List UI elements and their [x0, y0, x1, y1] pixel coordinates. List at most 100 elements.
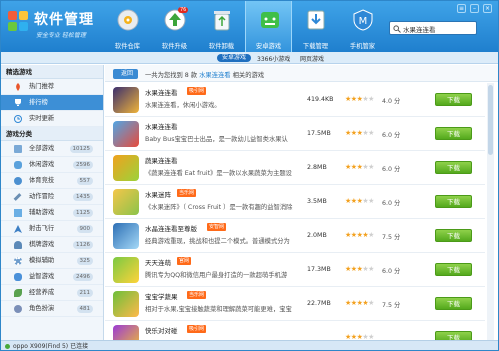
app-row[interactable]: 宝宝学蔬果 当乐网 相对于水果,宝宝接触蔬菜和理解蔬菜可能更难，宝宝 22.7MB ★★…	[105, 287, 485, 321]
sub-nav: 安卓游戏 3366小游戏 网页游戏	[1, 52, 498, 64]
tab-android-games[interactable]: 安卓游戏	[245, 1, 292, 52]
sidebar-item-label: 热门推荐	[29, 83, 55, 90]
app-size: 419.4KB	[307, 96, 334, 103]
sidebar-item-all[interactable]: 全部游戏 10125	[1, 141, 103, 157]
app-description: 《蔬果连连看 Eat fruit》是一款以水果蔬菜为主题设	[145, 170, 292, 177]
app-name[interactable]: 水晶连连看至尊版	[145, 223, 197, 233]
back-button[interactable]: 返回	[113, 69, 139, 79]
menu-icon[interactable]: ≡	[457, 4, 466, 13]
source-tag: 当乐网	[177, 189, 197, 197]
category-count: 211	[76, 289, 93, 297]
tab-label: 安卓游戏	[255, 43, 282, 50]
category-count: 1125	[73, 209, 93, 217]
gear-icon	[14, 257, 22, 265]
download-button[interactable]: 下载	[435, 263, 472, 276]
android-games-subtab[interactable]: 安卓游戏	[217, 54, 252, 62]
grid-icon	[14, 145, 22, 153]
web-games-subtab[interactable]: 网页游戏	[300, 54, 324, 63]
sidebar-item-label: 全部游戏	[29, 145, 55, 152]
tab-phone-manager[interactable]: M 手机管家	[339, 1, 386, 52]
tab-download-manager[interactable]: 下载管理	[292, 1, 339, 52]
category-count: 2596	[73, 161, 93, 169]
search-icon	[393, 25, 401, 33]
app-icon[interactable]	[113, 223, 139, 249]
sidebar-item-management[interactable]: 经营养成 211	[1, 285, 103, 301]
sidebar-item-simulation[interactable]: 模拟辅助 325	[1, 253, 103, 269]
sidebar-item-assist[interactable]: 辅助游戏 1125	[1, 205, 103, 221]
app-description: 水果连连看，休闲小游戏。	[145, 102, 221, 109]
app-name[interactable]: 天天连萌	[145, 257, 171, 267]
download-button[interactable]: 下载	[435, 195, 472, 208]
app-score: 4.0 分	[382, 98, 401, 105]
app-row[interactable]: 水果连连看 Baby Bus宝宝巴士出品，是一款幼儿益智类水果认 17.5MB ★★★…	[105, 117, 485, 151]
fire-icon	[16, 83, 20, 91]
category-count: 10125	[69, 145, 93, 153]
app-name[interactable]: 蔬果连连看	[145, 155, 178, 165]
app-row[interactable]: 水果迷阵 当乐网 《水果迷阵》（ Cross Fruit ）是一款有趣的益智消除 3.…	[105, 185, 485, 219]
tab-software-upgrade[interactable]: 76 软件升级	[151, 1, 198, 52]
app-row[interactable]: 快乐对对碰 吸引网 ★★★★★ 下载	[105, 321, 485, 340]
sidebar: 精选游戏 热门推荐 排行榜 实时更新 游戏分类 全部游戏 10125 休闲游戏 25…	[1, 65, 104, 340]
star-empty-icon: ★	[368, 163, 374, 171]
download-button[interactable]: 下载	[435, 127, 472, 140]
scrollbar[interactable]	[487, 83, 494, 340]
plant-icon	[14, 289, 22, 297]
sidebar-item-chess[interactable]: 棋牌游戏 1126	[1, 237, 103, 253]
app-name[interactable]: 水果连连看	[145, 121, 178, 131]
app-row[interactable]: 蔬果连连看 《蔬果连连看 Eat fruit》是一款以水果蔬菜为主题设 2.8MB ★…	[105, 151, 485, 185]
minimize-icon[interactable]: –	[470, 4, 479, 13]
sidebar-item-shooting[interactable]: 射击飞行 900	[1, 221, 103, 237]
rating-stars: ★★★★★	[345, 197, 374, 205]
download-button[interactable]: 下载	[435, 161, 472, 174]
download-icon	[307, 10, 325, 30]
scrollbar-thumb[interactable]	[488, 85, 493, 155]
app-icon[interactable]	[113, 189, 139, 215]
close-icon[interactable]: ×	[483, 4, 492, 13]
app-name[interactable]: 水果迷阵	[145, 189, 171, 199]
search-input[interactable]	[403, 23, 475, 34]
app-icon[interactable]	[113, 87, 139, 113]
mini-games-subtab[interactable]: 3366小游戏	[257, 54, 290, 63]
sidebar-item-puzzle[interactable]: 益智游戏 2496	[1, 269, 103, 285]
download-button[interactable]: 下载	[435, 93, 472, 106]
app-icon[interactable]	[113, 257, 139, 283]
app-row[interactable]: 水果连连看 吸引网 水果连连看，休闲小游戏。 419.4KB ★★★★★ 4.0 分 下载	[105, 83, 485, 117]
download-button[interactable]: 下载	[435, 297, 472, 310]
app-name[interactable]: 宝宝学蔬果	[145, 291, 178, 301]
chess-icon	[14, 241, 22, 249]
result-keyword: 水果连连看	[199, 72, 231, 79]
sidebar-item-action[interactable]: 动作冒险 1435	[1, 189, 103, 205]
sidebar-item-casual[interactable]: 休闲游戏 2596	[1, 157, 103, 173]
trophy-icon	[15, 99, 21, 106]
sidebar-item-rpg[interactable]: 角色扮演 481	[1, 301, 103, 317]
svg-text:M: M	[359, 16, 368, 27]
app-window: 软件管理 安全专业 轻松管理 软件仓库 76 软件升级 软件卸载 安卓游戏 下载…	[0, 0, 499, 351]
tab-software-uninstall[interactable]: 软件卸载	[198, 1, 245, 52]
app-icon[interactable]	[113, 121, 139, 147]
app-name[interactable]: 水果连连看	[145, 87, 178, 97]
star-empty-icon: ★	[368, 197, 374, 205]
download-button[interactable]: 下载	[435, 331, 472, 340]
search-box[interactable]	[389, 21, 477, 35]
app-icon[interactable]	[113, 291, 139, 317]
sidebar-item-label: 模拟辅助	[29, 257, 55, 264]
brain-icon	[14, 273, 22, 281]
app-icon[interactable]	[113, 155, 139, 181]
sidebar-item-updates[interactable]: 实时更新	[1, 111, 103, 127]
app-row[interactable]: 水晶连连看至尊版 安智网 经典游戏重现，挑战和也提二个模式。普通模式分为 2.0MB ★…	[105, 219, 485, 253]
sword-icon	[13, 193, 22, 201]
app-size: 22.7MB	[307, 300, 331, 307]
tab-software-store[interactable]: 软件仓库	[104, 1, 151, 52]
sidebar-item-hot[interactable]: 热门推荐	[1, 79, 103, 95]
sidebar-item-ranking[interactable]: 排行榜	[1, 95, 103, 111]
tab-label: 手机管家	[349, 43, 376, 50]
category-count: 1435	[73, 193, 93, 201]
source-tag: 当乐网	[187, 291, 207, 299]
source-tag: 安智网	[207, 223, 227, 231]
download-button[interactable]: 下载	[435, 229, 472, 242]
app-name[interactable]: 快乐对对碰	[145, 325, 178, 335]
sidebar-item-label: 辅助游戏	[29, 209, 55, 216]
sidebar-item-sports[interactable]: 体育竞技 557	[1, 173, 103, 189]
app-icon[interactable]	[113, 325, 139, 340]
app-row[interactable]: 天天连萌 官网 腾讯专为QQ和微信用户最身打造的一款超萌手机游 17.3MB ★★★★★…	[105, 253, 485, 287]
